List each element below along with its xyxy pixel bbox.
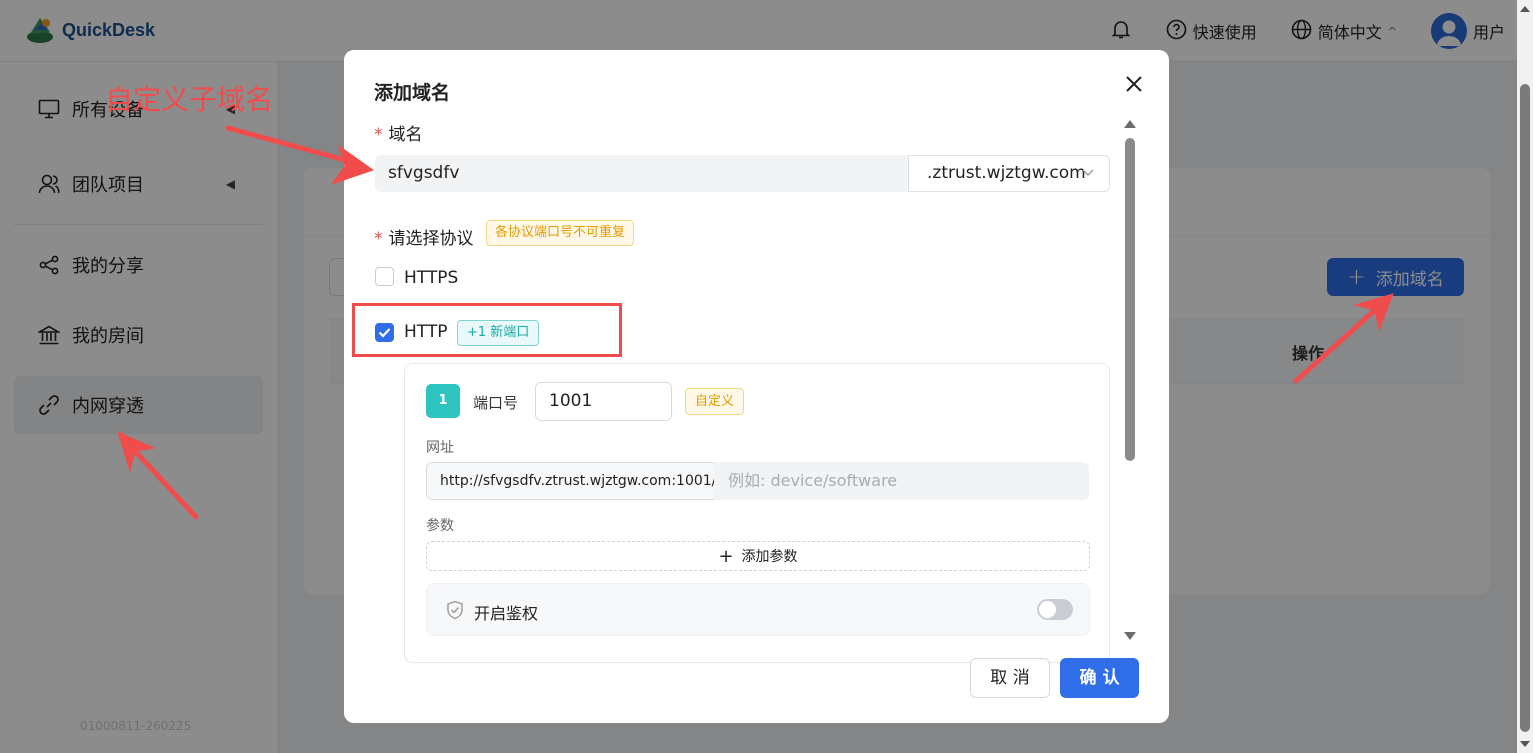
domain-suffix-value: .ztrust.wjztgw.com [927, 163, 1086, 183]
scroll-up-arrow-icon[interactable] [1124, 120, 1136, 128]
domain-suffix-select[interactable]: .ztrust.wjztgw.com [908, 155, 1110, 192]
add-domain-dialog: 添加域名 * 域名 sfvgsdfv .ztrust.wjztgw.com * 请选… [344, 50, 1169, 723]
port-config-panel: 1 端口号 1001 自定义 网址 http://sfvgsdfv.ztrust… [404, 363, 1110, 663]
required-marker: * [374, 125, 383, 145]
url-path-input[interactable]: 例如: device/software [714, 462, 1089, 500]
required-marker: * [374, 229, 383, 249]
annotation-text: 自定义子域名 [105, 83, 274, 116]
plus-icon: + [718, 545, 734, 567]
port-label: 端口号 [473, 394, 519, 412]
domain-field-label: * 域名 [374, 120, 423, 145]
protocol-field-label: * 请选择协议 [374, 224, 474, 249]
params-label: 参数 [426, 518, 454, 534]
add-param-label: 添加参数 [741, 549, 798, 565]
scrollbar-thumb[interactable] [1520, 84, 1530, 732]
close-icon [1125, 75, 1143, 97]
https-checkbox[interactable] [375, 267, 394, 286]
port-input[interactable]: 1001 [535, 382, 672, 421]
scroll-up-arrow-icon[interactable] [1520, 6, 1530, 12]
shield-check-icon [446, 600, 464, 624]
protocol-hint-tag: 各协议端口号不可重复 [486, 220, 635, 246]
https-label[interactable]: HTTPS [404, 268, 458, 288]
http-highlight-box [352, 303, 622, 357]
auth-toggle[interactable] [1037, 599, 1073, 620]
scroll-down-arrow-icon[interactable] [1520, 741, 1530, 747]
port-index-badge: 1 [426, 384, 460, 418]
dialog-title: 添加域名 [374, 82, 451, 104]
cancel-button[interactable]: 取 消 [970, 658, 1050, 698]
scroll-down-arrow-icon[interactable] [1124, 632, 1136, 640]
page-scrollbar[interactable] [1517, 0, 1533, 753]
chevron-down-icon [1081, 156, 1095, 205]
add-param-button[interactable]: + 添加参数 [426, 541, 1090, 571]
toggle-knob [1039, 601, 1056, 618]
scrollbar-thumb[interactable] [1125, 138, 1135, 461]
dialog-scrollbar[interactable] [1123, 120, 1137, 640]
custom-tag: 自定义 [685, 388, 745, 415]
auth-label: 开启鉴权 [474, 604, 539, 623]
domain-label-text: 域名 [388, 125, 423, 145]
confirm-button[interactable]: 确 认 [1060, 658, 1139, 698]
protocol-label-text: 请选择协议 [388, 229, 474, 249]
close-button[interactable] [1120, 72, 1148, 100]
url-label: 网址 [426, 440, 454, 456]
url-prefix: http://sfvgsdfv.ztrust.wjztgw.com:1001/ [426, 462, 716, 500]
subdomain-input[interactable]: sfvgsdfv [375, 155, 909, 192]
auth-row: 开启鉴权 [426, 583, 1090, 636]
